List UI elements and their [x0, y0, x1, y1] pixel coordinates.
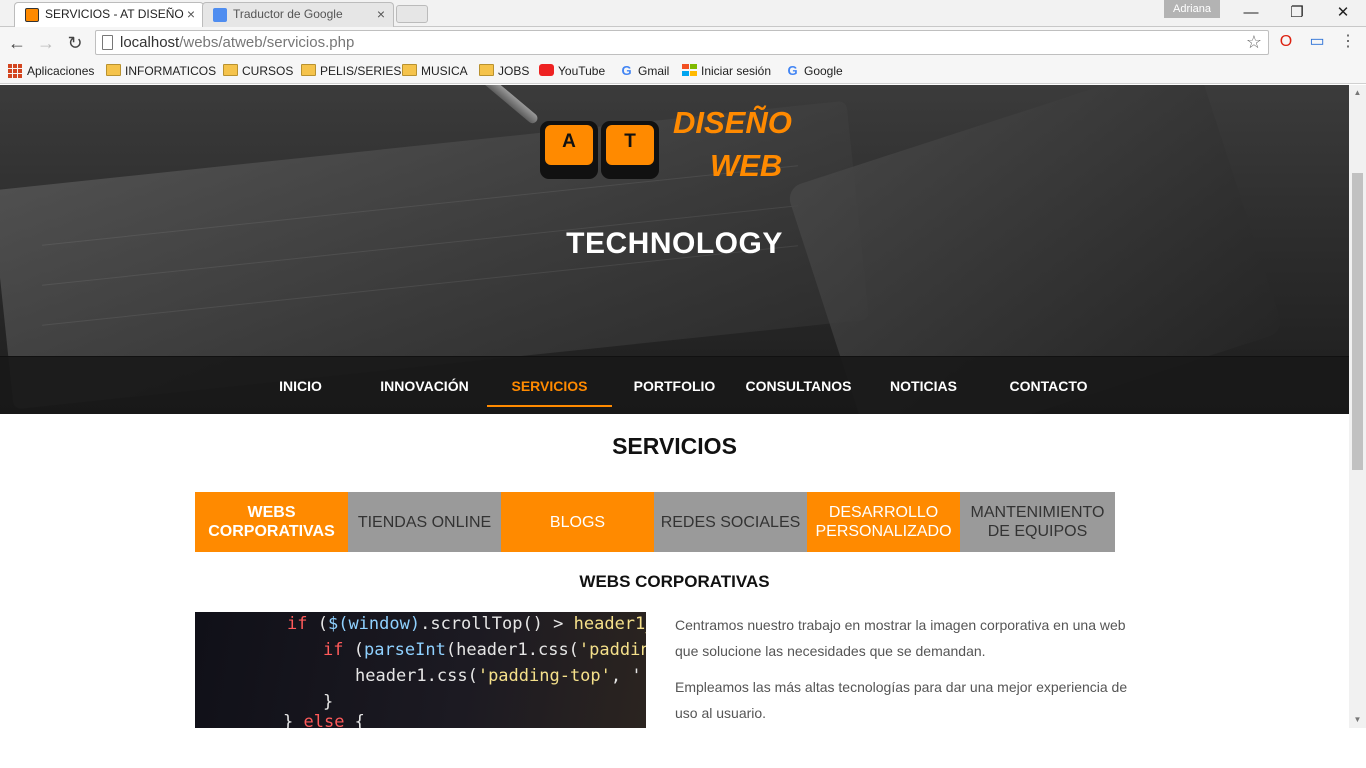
close-tab-icon[interactable]: ×	[187, 3, 195, 26]
page-icon	[102, 35, 113, 50]
tab-title: Traductor de Google	[233, 7, 343, 21]
close-tab-icon[interactable]: ×	[377, 3, 385, 26]
content-subtitle: WEBS CORPORATIVAS	[579, 572, 770, 591]
folder-icon	[223, 64, 238, 76]
minimize-button[interactable]: —	[1228, 0, 1274, 26]
code-line: } else {	[283, 712, 365, 728]
bookmark-informaticos[interactable]: INFORMATICOS	[106, 63, 216, 79]
logo-key-t: T	[601, 121, 659, 179]
code-line: header1.css('padding-top', '' + ...	[355, 666, 646, 686]
service-tab-desarrollo-personalizado[interactable]: DESARROLLO PERSONALIZADO	[807, 492, 960, 552]
nav-noticias[interactable]: NOTICIAS	[861, 357, 986, 407]
nav-portfolio[interactable]: PORTFOLIO	[612, 357, 737, 407]
forward-arrow-icon[interactable]: →	[34, 31, 58, 55]
bookmark-google[interactable]: G Google	[785, 63, 842, 79]
menu-icon[interactable]: ⋮	[1337, 31, 1359, 53]
profile-button[interactable]: Adriana	[1164, 0, 1220, 18]
code-line: if (parseInt(header1.css('padding-top'),…	[323, 640, 646, 660]
cast-extension-icon[interactable]: ▭	[1306, 31, 1328, 53]
reload-icon[interactable]: ↻	[63, 31, 87, 55]
description-paragraph-2: Empleamos las más altas tecnologías para…	[675, 679, 1128, 721]
url-host: localhost	[120, 34, 180, 51]
bookmarks-bar: Aplicaciones INFORMATICOS CURSOS PELIS/S…	[0, 58, 1366, 84]
address-bar[interactable]: localhost/webs/atweb/servicios.php ☆	[95, 30, 1269, 55]
bookmark-star-icon[interactable]: ☆	[1246, 32, 1262, 53]
bookmark-gmail[interactable]: G Gmail	[619, 63, 669, 79]
browser-toolbar: ← → ↻ localhost/webs/atweb/servicios.php…	[0, 27, 1366, 58]
hero-banner: A T DISEÑO WEB TECHNOLOGY INICIO INNOVAC…	[0, 85, 1349, 414]
folder-icon	[479, 64, 494, 76]
google-g-icon: G	[787, 63, 798, 78]
service-tabs: WEBS CORPORATIVAS TIENDAS ONLINE BLOGS RE…	[195, 492, 1115, 552]
scroll-thumb[interactable]	[1352, 173, 1363, 470]
folder-icon	[402, 64, 417, 76]
back-arrow-icon[interactable]: ←	[5, 31, 29, 55]
bookmark-pelis-series[interactable]: PELIS/SERIES	[301, 63, 401, 79]
page-viewport: A T DISEÑO WEB TECHNOLOGY INICIO INNOVAC…	[0, 85, 1349, 728]
site-favicon-icon	[25, 8, 39, 22]
bookmark-musica[interactable]: MUSICA	[402, 63, 468, 79]
bookmark-iniciar-sesion[interactable]: Iniciar sesión	[682, 63, 771, 79]
apps-grid-icon	[8, 64, 23, 78]
url-path: /webs/atweb/servicios.php	[179, 34, 355, 51]
close-window-button[interactable]: ✕	[1320, 0, 1366, 26]
service-tab-tiendas-online[interactable]: TIENDAS ONLINE	[348, 492, 501, 552]
bookmark-youtube[interactable]: YouTube	[539, 63, 605, 79]
tab-servicios[interactable]: SERVICIOS - AT DISEÑO W ×	[14, 2, 204, 44]
folder-icon	[106, 64, 121, 76]
logo-key-a: A	[540, 121, 598, 179]
folder-icon	[301, 64, 316, 76]
bookmark-apps[interactable]: Aplicaciones	[8, 63, 94, 79]
service-tab-webs-corporativas[interactable]: WEBS CORPORATIVAS	[195, 492, 348, 552]
nav-servicios[interactable]: SERVICIOS	[487, 357, 612, 407]
code-line: if ($(window).scrollTop() > header1_init…	[287, 614, 646, 634]
translate-favicon-icon	[213, 8, 227, 22]
section-title: SERVICIOS	[612, 433, 737, 459]
google-g-icon: G	[621, 63, 632, 78]
nav-contacto[interactable]: CONTACTO	[986, 357, 1111, 407]
page-scrollbar[interactable]: ▲ ▼	[1349, 85, 1366, 728]
description-paragraph-1: Centramos nuestro trabajo en mostrar la …	[675, 617, 1126, 659]
nav-innovacion[interactable]: INNOVACIÓN	[362, 357, 487, 407]
pen-background	[410, 85, 540, 126]
bookmark-cursos[interactable]: CURSOS	[223, 63, 293, 79]
code-line: }	[323, 692, 334, 712]
service-tab-mantenimiento[interactable]: MANTENIMIENTO DE EQUIPOS	[960, 492, 1115, 552]
logo-text-line2: WEB	[710, 148, 783, 183]
hero-title: TECHNOLOGY	[566, 227, 783, 260]
microsoft-icon	[682, 64, 697, 76]
new-tab-button[interactable]	[396, 5, 428, 23]
opera-extension-icon[interactable]: O	[1275, 31, 1297, 53]
scroll-down-arrow-icon[interactable]: ▼	[1349, 712, 1366, 728]
main-nav: INICIO INNOVACIÓN SERVICIOS PORTFOLIO CO…	[0, 356, 1349, 414]
service-tab-blogs[interactable]: BLOGS	[501, 492, 654, 552]
restore-button[interactable]: ❐	[1274, 0, 1320, 26]
code-image: if ($(window).scrollTop() > header1_init…	[195, 612, 646, 728]
scroll-up-arrow-icon[interactable]: ▲	[1349, 85, 1366, 101]
logo-text-line1: DISEÑO	[673, 105, 792, 140]
bookmark-jobs[interactable]: JOBS	[479, 63, 529, 79]
service-tab-redes-sociales[interactable]: REDES SOCIALES	[654, 492, 807, 552]
tab-translator[interactable]: Traductor de Google ×	[202, 2, 394, 27]
nav-inicio[interactable]: INICIO	[238, 357, 363, 407]
youtube-icon	[539, 64, 554, 76]
browser-tabstrip: SERVICIOS - AT DISEÑO W × Traductor de G…	[0, 0, 1366, 44]
nav-consultanos[interactable]: CONSULTANOS	[736, 357, 861, 407]
